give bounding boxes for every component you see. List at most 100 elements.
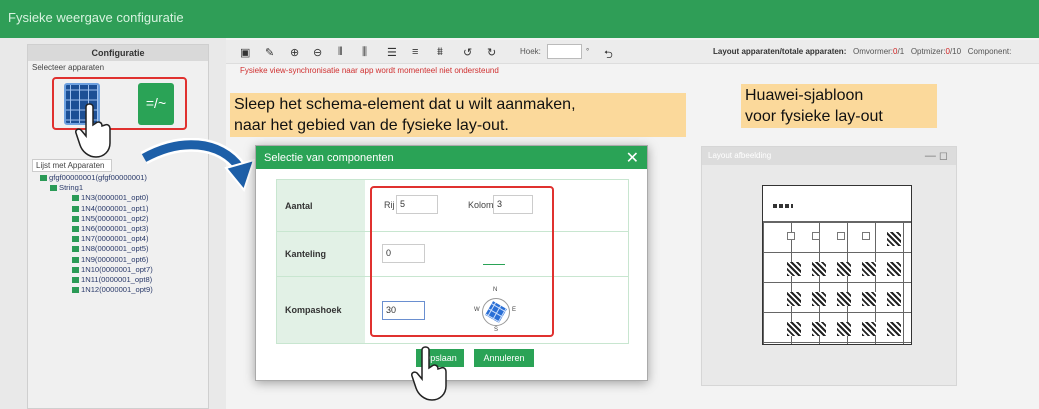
config-panel-title: Configuratie bbox=[28, 45, 208, 61]
tree-item[interactable]: 1N7(0000001_opt4) bbox=[40, 234, 153, 244]
layout-image-title: Layout afbeelding bbox=[708, 151, 772, 160]
close-icon[interactable]: ✕ bbox=[626, 148, 639, 168]
tree-item-label: gfgf00000001(gfgf00000001) bbox=[49, 173, 147, 182]
dialog-title: Selectie van componenten bbox=[264, 152, 394, 164]
tree-item-label: 1N8(0000001_opt5) bbox=[81, 244, 149, 254]
tree-item[interactable]: String1 bbox=[40, 183, 153, 193]
highlight-fields-box bbox=[370, 186, 554, 337]
hand-cursor-save-icon bbox=[411, 346, 447, 401]
optimizer-total: /10 bbox=[949, 47, 962, 56]
tree-item-label: 1N3(0000001_opt0) bbox=[81, 193, 149, 203]
zoom-in-icon[interactable]: ⊕ bbox=[290, 46, 299, 59]
omvormer-label: Omvormer: bbox=[853, 47, 894, 56]
module-qr-icon bbox=[862, 262, 876, 276]
tree-item[interactable]: 1N8(0000001_opt5) bbox=[40, 244, 153, 254]
tree-item[interactable]: 1N9(0000001_opt6) bbox=[40, 255, 153, 265]
cancel-button[interactable]: Annuleren bbox=[474, 349, 534, 367]
return-icon[interactable]: ⮌ bbox=[604, 46, 613, 65]
device-tree: gfgf00000001(gfgf00000001) String1 1N3(000… bbox=[40, 173, 153, 295]
folder-icon bbox=[40, 175, 47, 181]
module-qr-icon bbox=[887, 232, 901, 246]
align-center-icon[interactable]: ⫼ bbox=[362, 46, 367, 59]
tree-item-label: 1N5(0000001_opt2) bbox=[81, 213, 149, 223]
layout-stats: Layout apparaten/totale apparaten: Omvor… bbox=[713, 47, 1011, 56]
optimizer-icon bbox=[72, 246, 79, 253]
optimizer-label: Optmizer: bbox=[910, 47, 946, 56]
select-devices-label: Selecteer apparaten bbox=[32, 63, 105, 72]
align-left-icon[interactable]: ⫴ bbox=[338, 46, 343, 59]
optimizer-icon bbox=[72, 277, 79, 284]
minimize-restore-icon[interactable]: — ◻ bbox=[925, 149, 948, 162]
optimizer-icon bbox=[72, 266, 79, 273]
template-line2: voor fysieke lay-out bbox=[745, 108, 883, 125]
module-qr-icon bbox=[837, 322, 851, 336]
module-qr-icon bbox=[862, 322, 876, 336]
module-qr-icon bbox=[837, 262, 851, 276]
drag-arrow-icon bbox=[140, 138, 256, 193]
module-qr-icon bbox=[812, 232, 820, 240]
component-label: Component: bbox=[967, 47, 1012, 56]
tree-item[interactable]: 1N10(0000001_opt7) bbox=[40, 265, 153, 275]
kanteling-label: Kanteling bbox=[277, 232, 365, 276]
window-title: Fysieke weergave configuratie bbox=[0, 0, 1039, 38]
tree-item[interactable]: 1N6(0000001_opt3) bbox=[40, 224, 153, 234]
tree-item[interactable]: 1N4(0000001_opt1) bbox=[40, 204, 153, 214]
optimizer-icon bbox=[72, 287, 79, 294]
tree-item[interactable]: 1N11(0000001_opt8) bbox=[40, 275, 153, 285]
optimizer-icon bbox=[72, 256, 79, 263]
layout-template-thumbnail bbox=[762, 185, 912, 345]
distribute-icon[interactable]: ≡ bbox=[412, 46, 418, 58]
tree-item-label: 1N6(0000001_opt3) bbox=[81, 224, 149, 234]
module-qr-icon bbox=[862, 292, 876, 306]
redo-icon[interactable]: ↻ bbox=[487, 46, 496, 59]
brush-icon[interactable]: ✎ bbox=[265, 46, 274, 59]
module-qr-icon bbox=[887, 262, 901, 276]
module-qr-icon bbox=[787, 232, 795, 240]
module-qr-icon bbox=[812, 262, 826, 276]
optimizer-icon bbox=[72, 236, 79, 243]
save-icon[interactable]: ▣ bbox=[240, 46, 250, 59]
undo-icon[interactable]: ↺ bbox=[463, 46, 472, 59]
optimizer-icon bbox=[72, 205, 79, 212]
module-qr-icon bbox=[887, 322, 901, 336]
optimizer-icon bbox=[72, 215, 79, 222]
tree-item[interactable]: 1N5(0000001_opt2) bbox=[40, 214, 153, 224]
device-list-label: Lijst met Apparaten bbox=[32, 159, 112, 172]
omvormer-total: /1 bbox=[897, 47, 905, 56]
drag-instruction-line2: naar het gebied van de fysieke lay-out. bbox=[234, 117, 509, 134]
tree-item-label: 1N7(0000001_opt4) bbox=[81, 234, 149, 244]
module-qr-icon bbox=[787, 262, 801, 276]
angle-input[interactable] bbox=[547, 44, 582, 59]
tree-item-label: 1N9(0000001_opt6) bbox=[81, 254, 149, 264]
module-qr-icon bbox=[837, 232, 845, 240]
optimizer-icon bbox=[72, 195, 79, 202]
module-qr-icon bbox=[862, 232, 870, 240]
thumbnail-header bbox=[763, 196, 911, 222]
module-qr-icon bbox=[812, 322, 826, 336]
drag-instruction-callout: Sleep het schema-element dat u wilt aanm… bbox=[230, 93, 686, 137]
dialog-header: Selectie van componenten ✕ bbox=[256, 146, 647, 169]
tree-item[interactable]: 1N3(0000001_opt0) bbox=[40, 193, 153, 203]
stats-label: Layout apparaten/totale apparaten: bbox=[713, 47, 847, 56]
module-qr-icon bbox=[787, 322, 801, 336]
align-bottom-icon[interactable]: ⩩ bbox=[437, 46, 443, 59]
angle-label: Hoek: bbox=[520, 47, 541, 56]
optimizer-icon bbox=[72, 226, 79, 233]
kompashoek-label: Kompashoek bbox=[277, 277, 365, 343]
hand-cursor-icon bbox=[75, 103, 111, 158]
template-line1: Huawei-sjabloon bbox=[745, 87, 864, 104]
tree-item-label: 1N11(0000001_opt8) bbox=[81, 275, 153, 285]
zoom-out-icon[interactable]: ⊖ bbox=[313, 46, 322, 59]
align-top-icon[interactable]: ☰ bbox=[387, 46, 397, 59]
tree-item[interactable]: gfgf00000001(gfgf00000001) bbox=[40, 173, 153, 183]
tree-item-label: 1N4(0000001_opt1) bbox=[81, 203, 149, 213]
template-callout: Huawei-sjabloon voor fysieke lay-out bbox=[741, 84, 937, 128]
tree-item-label: 1N12(0000001_opt9) bbox=[81, 285, 153, 295]
module-qr-icon bbox=[812, 292, 826, 306]
tree-item-label: String1 bbox=[59, 183, 84, 193]
degree-symbol: ° bbox=[586, 47, 590, 56]
module-qr-icon bbox=[787, 292, 801, 306]
folder-icon bbox=[50, 185, 57, 192]
module-qr-icon bbox=[837, 292, 851, 306]
tree-item[interactable]: 1N12(0000001_opt9) bbox=[40, 285, 153, 295]
